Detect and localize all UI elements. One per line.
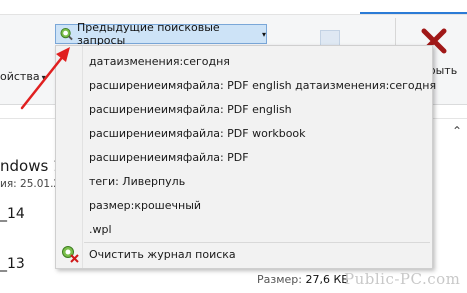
chevron-down-icon: ▾ (261, 29, 266, 39)
search-history-icon (60, 27, 73, 41)
chevron-down-icon: ▾ (41, 73, 46, 82)
menu-separator (84, 242, 430, 243)
ribbon-tab-accent (360, 12, 467, 14)
clear-history-icon (62, 246, 79, 263)
recent-searches-label: Предыдущие поисковые запросы (77, 21, 220, 47)
recent-searches-dropdown: датаизменения:сегодня расширениеимяфайла… (55, 45, 436, 269)
recent-search-item[interactable]: теги: Ливерпуль (89, 175, 185, 188)
recent-search-item[interactable]: расширениеимяфайла: PDF (89, 151, 249, 164)
menu-icon-gutter (56, 46, 83, 268)
status-size-label: Размер: (257, 273, 302, 286)
recent-search-item[interactable]: размер:крошечный (89, 199, 201, 212)
properties-label: ойства (0, 70, 40, 83)
recent-searches-button[interactable]: Предыдущие поисковые запросы ▾ (55, 21, 267, 47)
status-size-value: 27,6 КБ (305, 273, 349, 286)
recent-search-item[interactable]: расширениеимяфайла: PDF english (89, 103, 292, 116)
file-name[interactable]: ndows 1 (0, 157, 63, 175)
recent-search-item[interactable]: расширениеимяфайла: PDF english датаизме… (89, 79, 436, 92)
clear-history-item[interactable]: Очистить журнал поиска (89, 248, 236, 261)
file-date: ия: 25.01.2 (0, 178, 61, 190)
ribbon-tab-strip (0, 0, 467, 15)
file-name[interactable]: _14 (0, 206, 25, 222)
recent-search-item[interactable]: .wpl (89, 223, 112, 236)
chevron-up-icon[interactable]: ⌃ (452, 124, 462, 138)
properties-button[interactable]: ойства ▾ (0, 70, 46, 83)
status-size: Размер: 27,6 КБ (257, 273, 349, 286)
file-name[interactable]: _13 (0, 256, 25, 272)
watermark: Public-PC.com (344, 270, 461, 288)
recent-search-item[interactable]: расширениеимяфайла: PDF workbook (89, 127, 306, 140)
recent-search-item[interactable]: датаизменения:сегодня (89, 55, 230, 68)
